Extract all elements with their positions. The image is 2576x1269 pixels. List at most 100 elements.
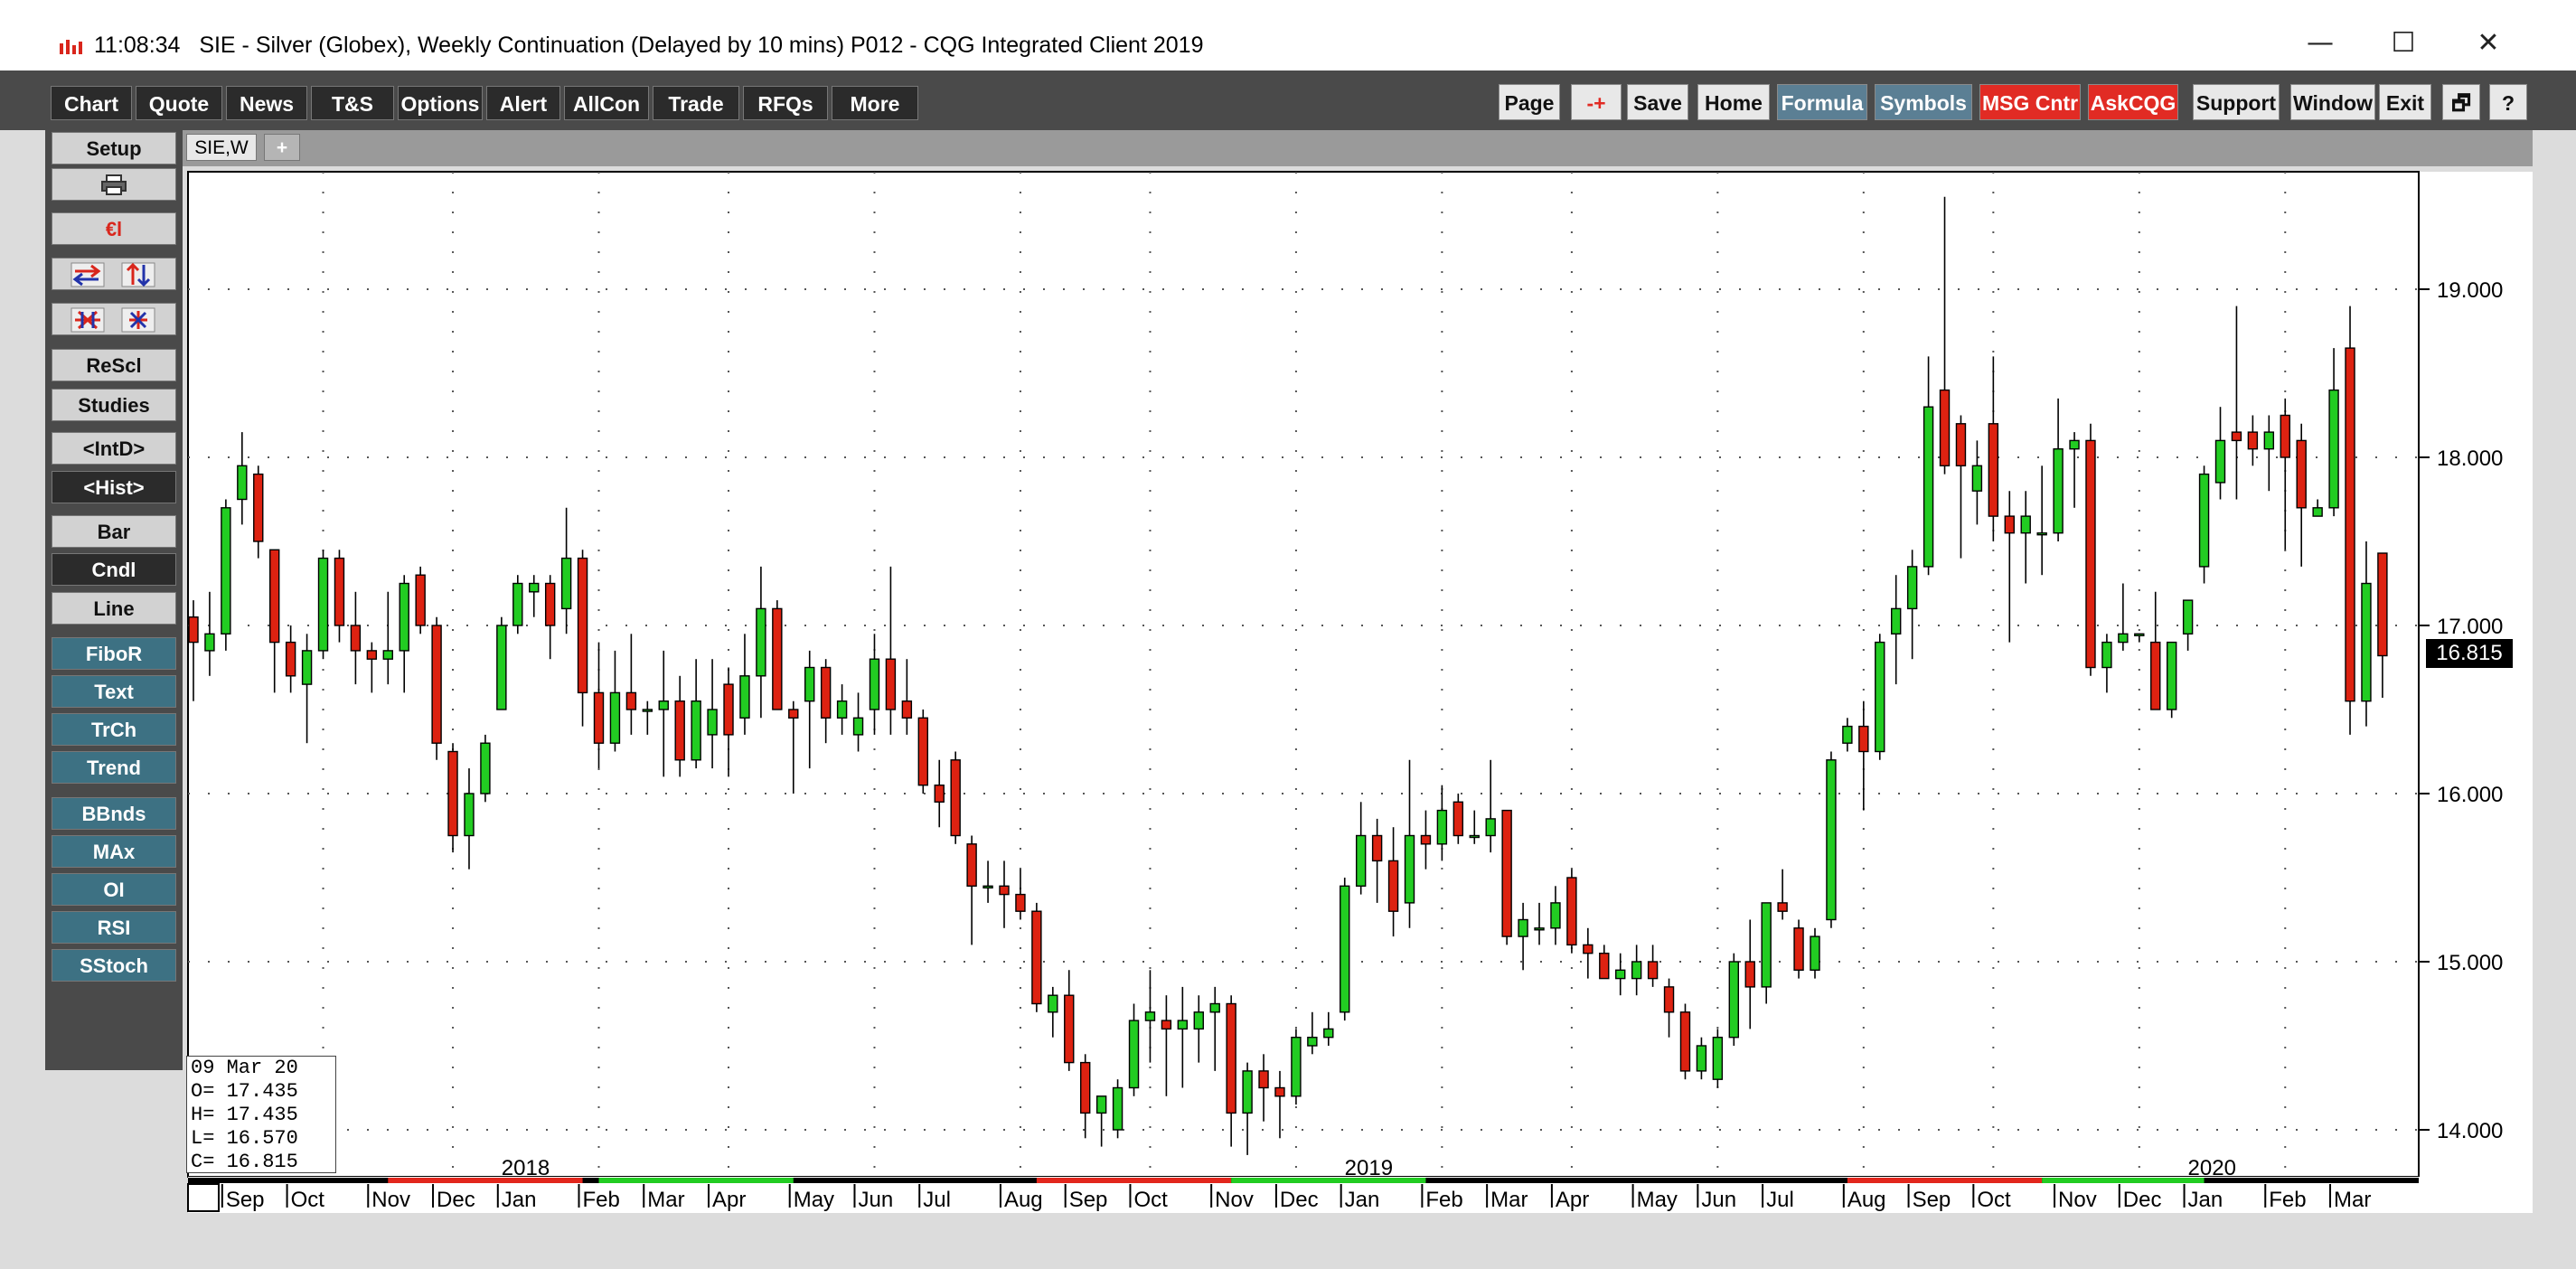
- candle-body[interactable]: [1955, 423, 1967, 466]
- candle-body[interactable]: [1048, 994, 1058, 1013]
- toolbar-bar-button[interactable]: Bar: [52, 515, 176, 548]
- candle-body[interactable]: [301, 650, 313, 685]
- candle-body[interactable]: [950, 759, 961, 837]
- candle-body[interactable]: [1064, 994, 1075, 1064]
- candle-body[interactable]: [1971, 465, 1983, 492]
- candle-body[interactable]: [480, 742, 491, 794]
- toolbar-euro-layout-button[interactable]: €l: [52, 212, 176, 245]
- candle-body[interactable]: [1453, 801, 1464, 837]
- restore-button[interactable]: 🗗: [2442, 84, 2480, 120]
- candle-body[interactable]: [269, 549, 280, 644]
- toolbar-oi-button[interactable]: OI: [52, 873, 176, 906]
- candle-body[interactable]: [1842, 725, 1853, 744]
- toolbar-trch-button[interactable]: TrCh: [52, 713, 176, 746]
- candle-body[interactable]: [658, 700, 669, 710]
- candle-body[interactable]: [1501, 809, 1512, 937]
- candle-body[interactable]: [1647, 961, 1659, 980]
- candle-body[interactable]: [1095, 1095, 1107, 1114]
- price-chart[interactable]: 19.000 18.000 17.000 16.000 15.000 14.000 2018…: [0, 0, 2576, 1269]
- candle-body[interactable]: [1177, 1020, 1189, 1030]
- save-button[interactable]: Save: [1627, 84, 1688, 120]
- candle-body[interactable]: [1906, 566, 1918, 610]
- candle-body[interactable]: [1566, 877, 1577, 946]
- candle-body[interactable]: [1144, 1011, 1156, 1021]
- menu-news-button[interactable]: News: [226, 86, 307, 120]
- candle-body[interactable]: [1371, 834, 1383, 862]
- candle-body[interactable]: [642, 709, 653, 712]
- candle-body[interactable]: [1112, 1086, 1123, 1131]
- candle-body[interactable]: [204, 633, 215, 652]
- menu-allcon-button[interactable]: AllCon: [564, 86, 649, 120]
- candle-body[interactable]: [739, 675, 750, 719]
- candle-body[interactable]: [1777, 902, 1788, 912]
- candle-body[interactable]: [350, 625, 362, 652]
- candle-body[interactable]: [1193, 1011, 1204, 1030]
- candle-body[interactable]: [1679, 1011, 1691, 1072]
- candle-body[interactable]: [2150, 641, 2161, 710]
- swap-button[interactable]: [52, 258, 176, 290]
- toolbar-fibor-button[interactable]: FiboR: [52, 637, 176, 670]
- menu-options-button[interactable]: Options: [398, 86, 483, 120]
- candle-body[interactable]: [707, 709, 718, 736]
- toolbar-trend-button[interactable]: Trend: [52, 751, 176, 784]
- candle-body[interactable]: [366, 650, 378, 660]
- candle-body[interactable]: [431, 625, 442, 744]
- toolbar-cndl-button[interactable]: Cndl: [52, 553, 176, 586]
- plot-area[interactable]: [187, 171, 2420, 1178]
- candle-body[interactable]: [2118, 633, 2129, 644]
- toolbar-text-button[interactable]: Text: [52, 675, 176, 708]
- candle-body[interactable]: [1242, 1070, 1253, 1114]
- menu-chart-button[interactable]: Chart: [51, 86, 132, 120]
- candle-body[interactable]: [1810, 935, 1820, 971]
- toolbar-line-button[interactable]: Line: [52, 592, 176, 625]
- candle-body[interactable]: [820, 666, 832, 719]
- candle-body[interactable]: [415, 574, 426, 626]
- candle-body[interactable]: [852, 717, 864, 736]
- toolbar-sstoch-button[interactable]: SStoch: [52, 949, 176, 982]
- candle-body[interactable]: [237, 465, 248, 501]
- candle-body[interactable]: [804, 666, 815, 702]
- msg-cntr-button[interactable]: MSG Cntr: [1979, 84, 2081, 120]
- candle-body[interactable]: [1875, 641, 1885, 753]
- candle-body[interactable]: [772, 607, 783, 710]
- candle-body[interactable]: [2020, 515, 2031, 534]
- candle-body[interactable]: [512, 582, 523, 626]
- candle-body[interactable]: [1387, 860, 1399, 912]
- candle-body[interactable]: [285, 641, 296, 677]
- candle-body[interactable]: [2345, 347, 2355, 702]
- menu-t-s-button[interactable]: T&S: [311, 86, 394, 120]
- candle-body[interactable]: [723, 683, 734, 736]
- candle-body[interactable]: [2328, 389, 2339, 509]
- candle-body[interactable]: [1015, 893, 1026, 912]
- toolbar-setup-button[interactable]: Setup: [52, 132, 176, 164]
- candle-body[interactable]: [885, 658, 897, 710]
- candle-body[interactable]: [1307, 1036, 1318, 1047]
- candle-body[interactable]: [2036, 532, 2047, 536]
- candle-body[interactable]: [1420, 834, 1432, 845]
- candle-body[interactable]: [691, 700, 701, 761]
- candle-body[interactable]: [1583, 944, 1594, 954]
- candle-body[interactable]: [188, 616, 199, 644]
- candle-body[interactable]: [609, 691, 621, 744]
- candle-body[interactable]: [1226, 1002, 1236, 1114]
- candle-body[interactable]: [917, 717, 928, 786]
- toolbar-rsi-button[interactable]: RSI: [52, 911, 176, 944]
- support-button[interactable]: Support: [2193, 84, 2280, 120]
- menu-alert-button[interactable]: Alert: [486, 86, 560, 120]
- toolbar-bbnds-button[interactable]: BBnds: [52, 797, 176, 830]
- candle-body[interactable]: [2296, 439, 2307, 509]
- help-button[interactable]: ?: [2489, 84, 2527, 120]
- candle-body[interactable]: [529, 582, 540, 593]
- candle-body[interactable]: [2198, 473, 2210, 568]
- candle-body[interactable]: [1161, 1020, 1172, 1030]
- candle-body[interactable]: [1485, 818, 1496, 837]
- candle-body[interactable]: [2069, 439, 2080, 450]
- candle-body[interactable]: [2361, 582, 2372, 702]
- candle-body[interactable]: [869, 658, 880, 710]
- candle-body[interactable]: [447, 750, 458, 837]
- candle-body[interactable]: [1291, 1036, 1302, 1097]
- candle-body[interactable]: [2231, 431, 2242, 442]
- candle-body[interactable]: [399, 582, 409, 652]
- candle-body[interactable]: [1128, 1020, 1140, 1089]
- candle-body[interactable]: [934, 785, 945, 804]
